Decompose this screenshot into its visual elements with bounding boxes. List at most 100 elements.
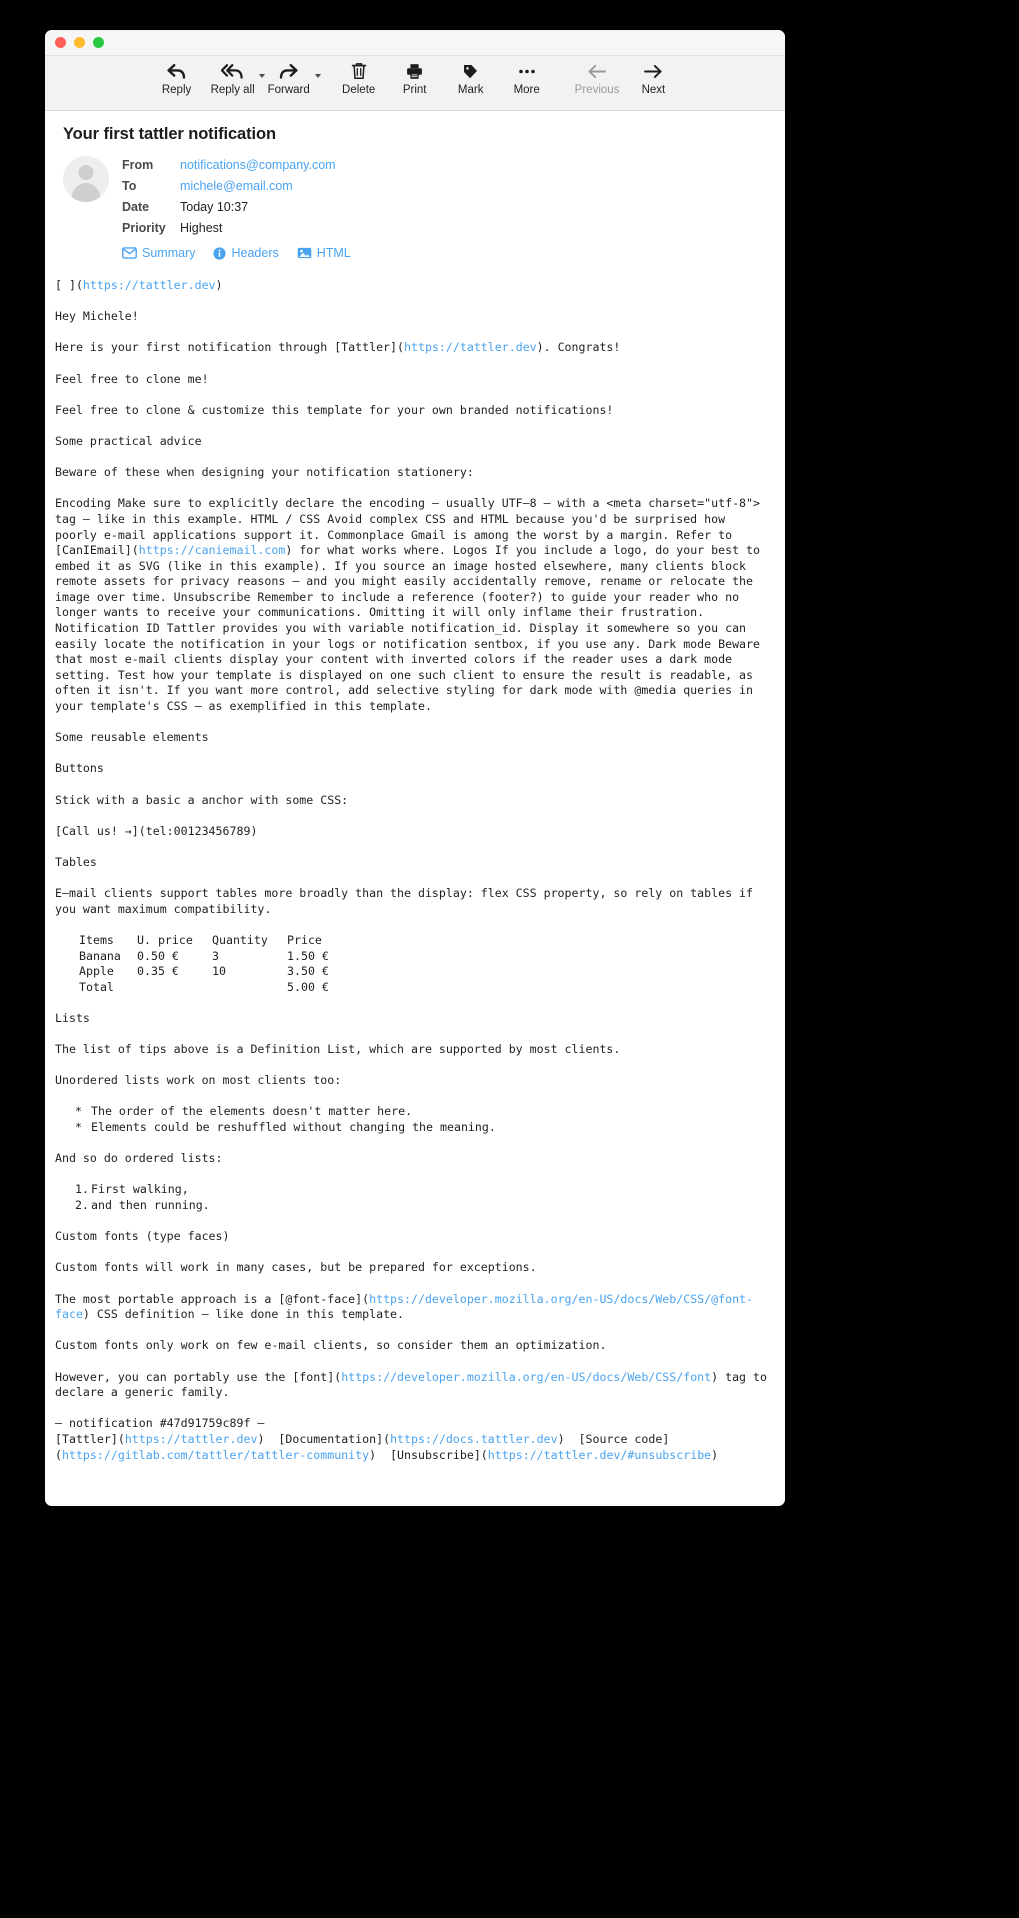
- print-button[interactable]: Print: [387, 61, 443, 97]
- message-header: Your first tattler notification From not…: [45, 111, 785, 260]
- tab-headers-label: Headers: [231, 246, 279, 260]
- footer-tattler-link[interactable]: https://tattler.dev: [125, 1432, 258, 1446]
- cell-item: Apple: [79, 964, 114, 979]
- cell-price: 1.50 €: [287, 948, 329, 963]
- tattler-link[interactable]: https://tattler.dev: [404, 340, 537, 354]
- image-icon: [297, 247, 312, 259]
- fonts-paragraph-3: Custom fonts only work on few e-mail cli…: [55, 1338, 607, 1353]
- trash-icon: [351, 61, 367, 81]
- list-item-text: Elements could be reshuffled without cha…: [91, 1120, 496, 1135]
- table-header-quantity: Quantity: [212, 932, 268, 947]
- field-value-priority: Highest: [180, 221, 223, 235]
- previous-button[interactable]: Previous: [569, 61, 626, 97]
- clone-customize-line: Feel free to clone & customize this temp…: [55, 402, 614, 417]
- field-label-priority: Priority: [122, 221, 166, 235]
- price-table: Items U. price Quantity Price Banana 0.5…: [79, 933, 347, 995]
- tab-summary-label: Summary: [142, 246, 196, 260]
- advice-paragraph: Encoding Make sure to explicitly declare…: [55, 496, 771, 714]
- advice-part-2: ) for what works where. Logos If you inc…: [55, 543, 761, 714]
- field-label-to: To: [122, 179, 137, 193]
- forward-label: Forward: [267, 84, 310, 96]
- minimize-button[interactable]: [74, 37, 85, 48]
- tag-icon: [462, 61, 479, 81]
- message-pane: Your first tattler notification From not…: [45, 111, 785, 1506]
- footer-source-code-link[interactable]: https://gitlab.com/tattler/tattler-commu…: [62, 1448, 369, 1462]
- lists-unordered-intro: Unordered lists work on most clients too…: [55, 1073, 342, 1088]
- list-item: 2. and then running.: [55, 1198, 771, 1214]
- tables-description: E–mail clients support tables more broad…: [55, 886, 754, 916]
- field-label-from: From: [122, 158, 154, 172]
- mail-window: Reply Reply all Forward Delete Print Mar…: [45, 30, 785, 1506]
- heading-buttons: Buttons: [55, 761, 104, 776]
- reply-all-button[interactable]: Reply all: [205, 61, 265, 97]
- caniemail-link[interactable]: https://caniemail.com: [139, 543, 286, 557]
- heading-reusable-elements: Some reusable elements: [55, 730, 209, 745]
- number-marker: 1.: [75, 1182, 89, 1197]
- more-button[interactable]: More: [499, 61, 555, 97]
- field-value-to[interactable]: michele@email.com: [180, 177, 336, 195]
- unordered-list: * The order of the elements doesn't matte…: [55, 1104, 771, 1135]
- field-value-date: Today 10:37: [180, 200, 249, 214]
- tab-html[interactable]: HTML: [297, 246, 351, 260]
- logo-line-pre: [ ](: [55, 278, 83, 292]
- field-value-from[interactable]: notifications@company.com: [180, 156, 336, 174]
- cell-unitprice: 0.50 €: [137, 948, 179, 963]
- buttons-description: Stick with a basic a anchor with some CS…: [55, 792, 349, 807]
- email-footer: — notification #47d91759c89f — [Tattler]…: [55, 1416, 771, 1463]
- tab-summary[interactable]: Summary: [122, 246, 195, 260]
- greeting-line: Hey Michele!: [55, 309, 139, 324]
- reply-label: Reply: [161, 84, 192, 96]
- more-label: More: [513, 84, 540, 96]
- cell-price: 5.00 €: [287, 979, 329, 994]
- fonts-paragraph-1: Custom fonts will work in many cases, bu…: [55, 1260, 537, 1275]
- ordered-list: 1. First walking, 2. and then running.: [55, 1182, 771, 1213]
- table-row: Apple 0.35 € 10 3.50 €: [79, 964, 347, 980]
- heading-practical-advice: Some practical advice: [55, 433, 202, 448]
- number-marker: 2.: [75, 1198, 89, 1213]
- notification-id: — notification #47d91759c89f —: [55, 1416, 265, 1431]
- footer-documentation-link[interactable]: https://docs.tattler.dev: [390, 1432, 558, 1446]
- fonts-p4-pre: However, you can portably use the [font]…: [55, 1369, 342, 1384]
- list-item: * The order of the elements doesn't matte…: [55, 1104, 771, 1120]
- cell-quantity: 10: [212, 964, 226, 979]
- mark-button[interactable]: Mark: [443, 61, 499, 97]
- call-us-link-line[interactable]: [Call us! →](tel:00123456789): [55, 824, 771, 840]
- cell-quantity: 3: [212, 948, 219, 963]
- next-button[interactable]: Next: [625, 61, 681, 97]
- advice-intro-line: Beware of these when designing your noti…: [55, 465, 474, 480]
- fonts-p2-pre: The most portable approach is a [@font-f…: [55, 1291, 370, 1306]
- window-titlebar: [45, 30, 785, 56]
- delete-button[interactable]: Delete: [331, 61, 387, 97]
- footer-links: [Tattler](https://tattler.dev) [Document…: [55, 1432, 771, 1463]
- lists-definition-line: The list of tips above is a Definition L…: [55, 1042, 621, 1057]
- cell-item: Total: [79, 979, 114, 994]
- footer-unsub-post: ): [711, 1447, 719, 1462]
- field-label-date: Date: [122, 200, 150, 214]
- tab-html-label: HTML: [316, 246, 351, 260]
- clone-me-line: Feel free to clone me!: [55, 371, 209, 386]
- fonts-paragraph-4: However, you can portably use the [font]…: [55, 1370, 771, 1401]
- footer-tattler-pre: [Tattler](: [55, 1431, 125, 1446]
- list-item-text: First walking,: [91, 1182, 189, 1197]
- tattler-link[interactable]: https://tattler.dev: [83, 278, 216, 292]
- font-docs-link[interactable]: https://developer.mozilla.org/en-US/docs…: [341, 1370, 711, 1384]
- forward-button[interactable]: Forward: [261, 61, 321, 97]
- avatar-body: [72, 183, 100, 202]
- reply-button[interactable]: Reply: [149, 61, 205, 97]
- logo-placeholder-line: [ ](https://tattler.dev): [55, 278, 771, 294]
- arrow-left-icon: [587, 61, 607, 81]
- cell-quantity: [212, 980, 287, 996]
- fonts-p2-post: ) CSS definition — like done in this tem…: [82, 1307, 405, 1322]
- previous-label: Previous: [574, 84, 620, 96]
- footer-unsubscribe-link[interactable]: https://tattler.dev/#unsubscribe: [488, 1448, 711, 1462]
- footer-tattler-post: ): [257, 1431, 265, 1446]
- tab-headers[interactable]: Headers: [213, 246, 279, 260]
- mail-toolbar: Reply Reply all Forward Delete Print Mar…: [45, 56, 785, 111]
- list-item: * Elements could be reshuffled without ch…: [55, 1120, 771, 1136]
- close-button[interactable]: [55, 37, 66, 48]
- arrow-right-icon: [643, 61, 663, 81]
- chevron-down-icon[interactable]: [314, 74, 321, 78]
- message-body: [ ](https://tattler.dev) Hey Michele! He…: [45, 260, 785, 1483]
- zoom-button[interactable]: [93, 37, 104, 48]
- bullet-marker: *: [75, 1120, 82, 1135]
